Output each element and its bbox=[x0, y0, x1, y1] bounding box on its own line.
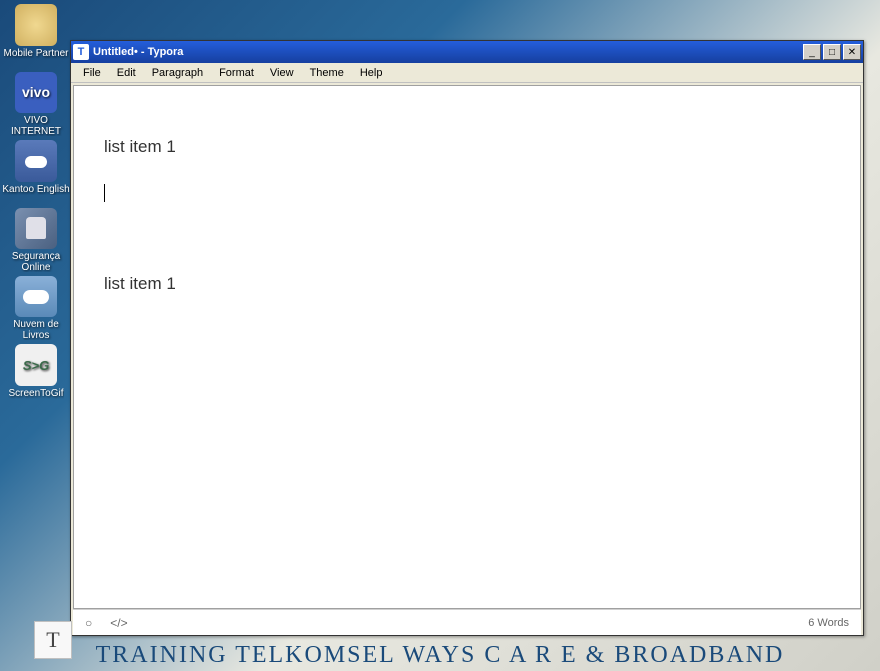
screen-icon: S>G bbox=[15, 344, 57, 386]
desktop: Mobile Partner vivoVIVO INTERNET Kantoo En… bbox=[0, 0, 880, 671]
desktop-icon-label: Nuvem de Livros bbox=[2, 319, 70, 340]
window-buttons: _ □ ✕ bbox=[803, 44, 861, 60]
text-cursor bbox=[104, 184, 105, 202]
close-button[interactable]: ✕ bbox=[843, 44, 861, 60]
wallpaper-text: TRAINING TELKOMSEL WAYS C A R E & BROADB… bbox=[0, 642, 880, 669]
minimize-button[interactable]: _ bbox=[803, 44, 821, 60]
desktop-icons: Mobile Partner vivoVIVO INTERNET Kantoo En… bbox=[0, 0, 72, 408]
desktop-icon-seguranca[interactable]: Segurança Online bbox=[2, 206, 70, 272]
source-mode-icon[interactable]: </> bbox=[110, 616, 127, 630]
desktop-icon-screen[interactable]: S>G ScreenToGif bbox=[2, 342, 70, 408]
desktop-icon-nuvem[interactable]: Nuvem de Livros bbox=[2, 274, 70, 340]
menubar: FileEditParagraphFormatViewThemeHelp bbox=[71, 63, 863, 83]
desktop-icon-label: VIVO INTERNET bbox=[2, 115, 70, 136]
statusbar: ○ </> 6 Words bbox=[73, 609, 861, 635]
maximize-button[interactable]: □ bbox=[823, 44, 841, 60]
paragraph[interactable]: list item 1 bbox=[104, 271, 830, 297]
menu-file[interactable]: File bbox=[75, 65, 109, 81]
menu-edit[interactable]: Edit bbox=[109, 65, 144, 81]
window-title: Untitled• - Typora bbox=[93, 46, 803, 58]
kantoo-icon bbox=[15, 140, 57, 182]
titlebar[interactable]: T Untitled• - Typora _ □ ✕ bbox=[71, 41, 863, 63]
desktop-icon-label: Mobile Partner bbox=[3, 48, 68, 59]
menu-theme[interactable]: Theme bbox=[302, 65, 352, 81]
desktop-icon-label: ScreenToGif bbox=[8, 388, 63, 399]
nuvem-icon bbox=[15, 276, 57, 317]
app-icon: T bbox=[73, 44, 89, 60]
desktop-icon-label: Kantoo English bbox=[2, 184, 69, 195]
editor-frame: list item 1 list item 1 ○ </> 6 Words bbox=[71, 83, 863, 635]
word-count[interactable]: 6 Words bbox=[808, 617, 849, 629]
menu-format[interactable]: Format bbox=[211, 65, 262, 81]
paragraph[interactable] bbox=[104, 225, 830, 251]
desktop-icon-vivo[interactable]: vivoVIVO INTERNET bbox=[2, 70, 70, 136]
mobile-icon bbox=[15, 4, 57, 46]
typora-window: T Untitled• - Typora _ □ ✕ FileEditParag… bbox=[70, 40, 864, 636]
menu-view[interactable]: View bbox=[262, 65, 302, 81]
outline-toggle-icon[interactable]: ○ bbox=[85, 616, 92, 630]
desktop-icon-kantoo[interactable]: Kantoo English bbox=[2, 138, 70, 204]
editor[interactable]: list item 1 list item 1 bbox=[73, 85, 861, 609]
paragraph[interactable]: list item 1 bbox=[104, 134, 830, 160]
desktop-icon-label: Segurança Online bbox=[2, 251, 70, 272]
paragraph[interactable] bbox=[104, 180, 830, 206]
seguranca-icon bbox=[15, 208, 57, 249]
vivo-icon: vivo bbox=[15, 72, 57, 113]
menu-paragraph[interactable]: Paragraph bbox=[144, 65, 211, 81]
desktop-icon-mobile[interactable]: Mobile Partner bbox=[2, 2, 70, 68]
menu-help[interactable]: Help bbox=[352, 65, 391, 81]
